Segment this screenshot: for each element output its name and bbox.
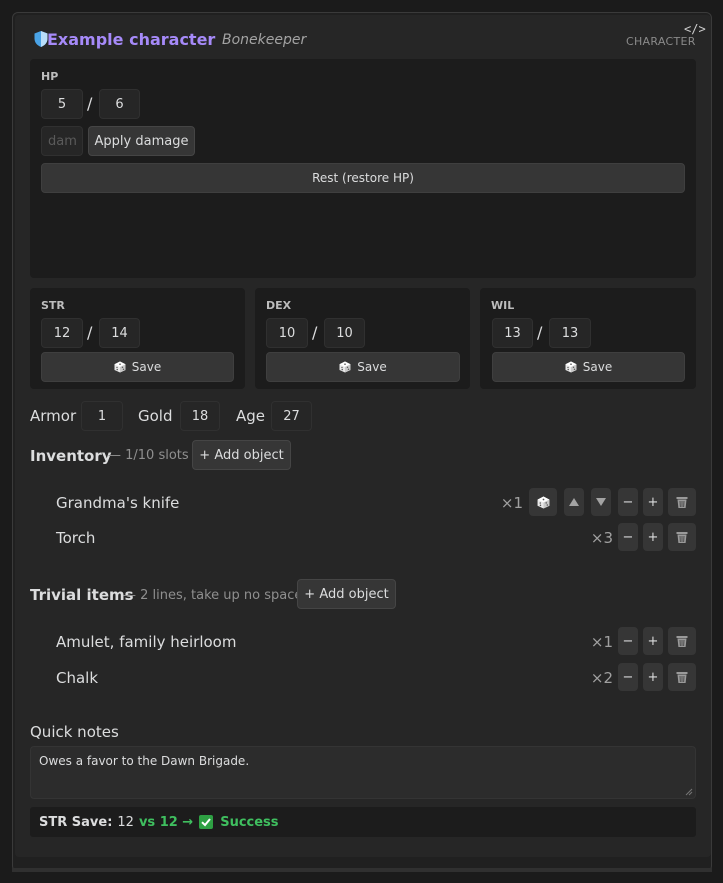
add-trivial-object-button[interactable]: + Add object (297, 579, 396, 609)
increase-qty-button[interactable]: + (643, 488, 663, 516)
dice-icon (339, 361, 351, 373)
dice-icon (565, 361, 577, 373)
arrow-up-icon (569, 498, 579, 506)
increase-qty-button[interactable]: + (643, 523, 663, 551)
str-save-button[interactable]: Save (41, 352, 234, 382)
delete-item-button[interactable] (668, 663, 696, 691)
inventory-item-name: Torch (56, 529, 96, 547)
decrease-qty-button[interactable]: − (618, 627, 638, 655)
delete-item-button[interactable] (668, 523, 696, 551)
apply-damage-button[interactable]: Apply damage (88, 126, 195, 156)
hp-max-input[interactable]: 6 (99, 89, 140, 119)
str-max-input[interactable]: 14 (99, 318, 140, 348)
armor-input[interactable]: 1 (81, 401, 123, 431)
quick-notes-label: Quick notes (30, 723, 119, 741)
attribute-label-wil: WIL (491, 299, 515, 312)
decrease-qty-button[interactable]: − (618, 488, 638, 516)
result-target: vs 12 → (138, 814, 194, 830)
trivial-items-title: Trivial items (30, 586, 134, 604)
age-input[interactable]: 27 (271, 401, 312, 431)
save-label: Save (582, 360, 613, 374)
result-label: STR Save: (39, 814, 113, 830)
hp-current-input[interactable]: 5 (41, 89, 83, 119)
trivial-item-name: Chalk (56, 669, 99, 687)
delete-item-button[interactable] (668, 627, 696, 655)
wil-max-input[interactable]: 13 (549, 318, 591, 348)
wil-save-button[interactable]: Save (492, 352, 685, 382)
dice-icon (537, 496, 550, 509)
str-separator: / (87, 323, 93, 342)
inventory-slots: — 1/10 slots (108, 448, 189, 463)
resize-grip-icon[interactable] (685, 788, 693, 796)
save-result-bar: STR Save: 12 vs 12 → Success (30, 807, 696, 837)
str-current-input[interactable]: 12 (41, 318, 83, 348)
dex-separator: / (312, 323, 318, 342)
character-class: Bonekeeper (222, 32, 307, 48)
attribute-label-dex: DEX (266, 299, 292, 312)
character-name: Example character (47, 30, 216, 49)
code-icon[interactable]: </> (684, 22, 706, 36)
trash-icon (675, 530, 689, 544)
trivial-item-qty: ×2 (590, 669, 613, 687)
wil-current-input[interactable]: 13 (492, 318, 533, 348)
move-down-button[interactable] (591, 488, 611, 516)
age-label: Age (236, 407, 266, 425)
inventory-title: Inventory (30, 447, 112, 465)
trivial-item-name: Amulet, family heirloom (56, 633, 237, 651)
increase-qty-button[interactable]: + (643, 663, 663, 691)
inventory-item-qty: ×1 (500, 494, 523, 512)
trivial-item-qty: ×1 (590, 633, 613, 651)
gold-label: Gold (138, 407, 173, 425)
frame-bottom-edge (12, 868, 712, 872)
save-label: Save (131, 360, 162, 374)
delete-item-button[interactable] (668, 488, 696, 516)
save-label: Save (357, 360, 387, 374)
trash-icon (675, 634, 689, 648)
trash-icon (675, 495, 689, 509)
trash-icon (675, 670, 689, 684)
hp-separator: / (87, 94, 93, 113)
armor-label: Armor (30, 407, 77, 425)
wil-separator: / (537, 323, 543, 342)
quick-notes-textarea[interactable]: Owes a favor to the Dawn Brigade. (30, 746, 696, 799)
result-roll: 12 (117, 814, 134, 830)
trivial-items-note: — 2 lines, take up no space (123, 588, 303, 603)
dex-current-input[interactable]: 10 (266, 318, 308, 348)
attribute-label-str: STR (41, 299, 65, 312)
hp-label: HP (41, 70, 59, 83)
increase-qty-button[interactable]: + (643, 627, 663, 655)
result-outcome: Success (220, 814, 279, 830)
dice-icon (114, 361, 126, 373)
block-type-label: CHARACTER (626, 35, 696, 48)
arrow-down-icon (596, 498, 606, 506)
check-icon (199, 815, 214, 829)
rest-button[interactable]: Rest (restore HP) (41, 163, 685, 193)
roll-usage-die-button[interactable] (529, 488, 557, 516)
gold-input[interactable]: 18 (180, 401, 220, 431)
quick-notes-text: Owes a favor to the Dawn Brigade. (39, 754, 250, 768)
damage-input[interactable]: dam (41, 126, 83, 156)
inventory-item-qty: ×3 (590, 529, 613, 547)
add-inventory-object-button[interactable]: + Add object (192, 440, 291, 470)
move-up-button[interactable] (564, 488, 584, 516)
decrease-qty-button[interactable]: − (618, 523, 638, 551)
inventory-item-name: Grandma's knife (56, 494, 180, 512)
dex-save-button[interactable]: Save (266, 352, 460, 382)
decrease-qty-button[interactable]: − (618, 663, 638, 691)
dex-max-input[interactable]: 10 (324, 318, 365, 348)
